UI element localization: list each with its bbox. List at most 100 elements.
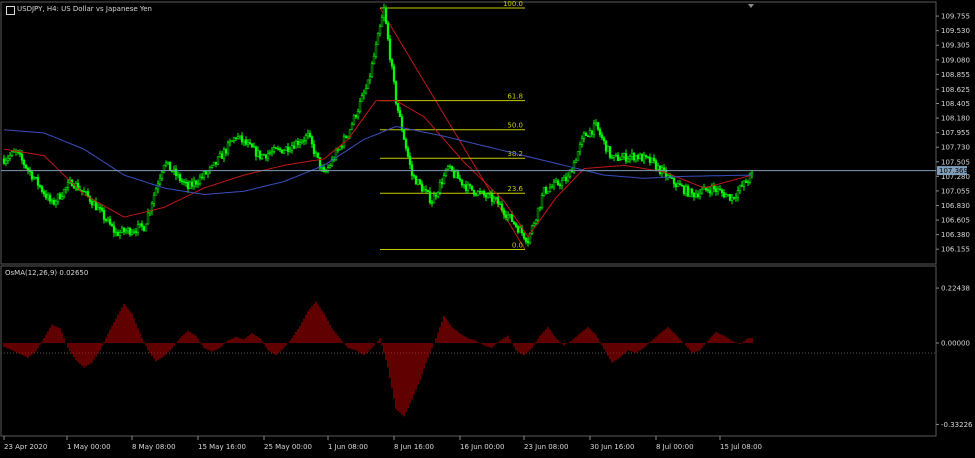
- candle-body: [716, 188, 720, 192]
- fib-level-label: 0.0: [512, 242, 523, 250]
- candle-body: [622, 153, 626, 158]
- candle-body: [664, 169, 668, 178]
- candle-body: [308, 133, 312, 138]
- candle-body: [270, 151, 274, 154]
- candle-body: [614, 154, 618, 157]
- candle-body: [694, 193, 698, 198]
- time-axis-ticks: 23 Apr 2020 1 May 00:00 8 May 08:00 15 May …: [3, 436, 762, 451]
- candle-body: [280, 149, 284, 154]
- candle-body: [92, 201, 96, 206]
- candle-body: [674, 183, 678, 187]
- candle-body: [516, 226, 520, 233]
- candle-body: [196, 183, 200, 185]
- candle-body: [182, 181, 186, 183]
- candle-body: [376, 33, 380, 45]
- candle-body: [582, 132, 586, 139]
- candle-body: [390, 59, 394, 67]
- symbol-icon: [6, 6, 15, 15]
- candle-body: [364, 88, 368, 94]
- candle-body: [244, 139, 248, 145]
- candle-body: [48, 194, 52, 202]
- candle-body: [560, 179, 564, 187]
- candle-body: [588, 130, 592, 138]
- candle-body: [750, 172, 754, 175]
- candle-body: [356, 111, 360, 118]
- candle-body: [402, 130, 406, 140]
- candle-body: [672, 177, 676, 185]
- candle-body: [306, 133, 310, 136]
- candle-body: [426, 189, 430, 192]
- fib-level-label: 38.2: [507, 150, 523, 158]
- candle-body: [484, 194, 488, 198]
- candle-body: [310, 136, 314, 145]
- candle-body: [662, 167, 666, 171]
- candle-body: [286, 146, 290, 152]
- candle-body: [378, 26, 382, 35]
- candle-body: [580, 137, 584, 145]
- price-tick-label: 108.180: [941, 115, 970, 123]
- candle-body: [498, 203, 502, 205]
- candle-body: [102, 210, 106, 220]
- price-axis-ticks: 109.755 109.530 109.305 109.080 108.855 108.6…: [936, 13, 970, 254]
- candle-body: [26, 167, 30, 171]
- scroll-marker-icon[interactable]: [748, 4, 754, 8]
- candle-body: [600, 134, 604, 139]
- candle-body: [548, 187, 552, 193]
- candle-body: [188, 181, 192, 189]
- candle-body: [656, 165, 660, 170]
- price-tick-label: 108.405: [941, 100, 970, 108]
- candle-body: [8, 154, 12, 159]
- candle-body: [432, 194, 436, 204]
- candle-body: [358, 101, 362, 112]
- candle-body: [6, 158, 10, 161]
- candle-body: [590, 130, 594, 135]
- candle-body: [448, 165, 452, 168]
- candle-body: [40, 186, 44, 192]
- price-tick-label: 109.305: [941, 42, 970, 50]
- candle-body: [566, 175, 570, 182]
- candle-body: [108, 218, 112, 225]
- candle-body: [362, 92, 366, 96]
- candle-body: [414, 176, 418, 185]
- candle-body: [316, 152, 320, 158]
- candle-body: [522, 232, 526, 239]
- fib-level-label: 100.0: [503, 0, 523, 8]
- candle-body: [110, 223, 114, 227]
- candle-body: [438, 182, 442, 193]
- candle-body: [98, 207, 102, 209]
- candle-body: [482, 190, 486, 196]
- candle-body: [480, 190, 484, 193]
- candle-body: [458, 178, 462, 181]
- candle-body: [112, 225, 116, 233]
- candle-body: [388, 38, 392, 60]
- candle-body: [744, 180, 748, 183]
- candle-body: [632, 153, 636, 161]
- time-tick-label: 23 Jun 08:00: [524, 443, 568, 451]
- candle-body: [684, 185, 688, 194]
- candle-body: [202, 171, 206, 178]
- candle-body: [468, 184, 472, 187]
- candle-body: [18, 152, 22, 155]
- candle-body: [722, 192, 726, 198]
- candle-body: [132, 231, 136, 233]
- candle-body: [344, 136, 348, 139]
- candle-body: [650, 157, 654, 163]
- candle-body: [230, 140, 234, 143]
- candle-body: [266, 153, 270, 159]
- candle-body: [606, 146, 610, 152]
- candle-body: [466, 184, 470, 191]
- candle-body: [626, 158, 630, 162]
- candle-body: [336, 149, 340, 151]
- candle-body: [654, 160, 658, 170]
- slow-ma-line: [3, 125, 752, 196]
- candle-body: [382, 7, 386, 18]
- candle-body: [44, 193, 48, 199]
- candle-body: [264, 154, 268, 159]
- candle-body: [638, 153, 642, 160]
- candle-body: [300, 140, 304, 144]
- candle-body: [558, 184, 562, 187]
- candle-body: [630, 153, 634, 157]
- time-tick-label: 1 May 00:00: [67, 443, 111, 451]
- candle-body: [434, 194, 438, 197]
- candle-body: [568, 170, 572, 177]
